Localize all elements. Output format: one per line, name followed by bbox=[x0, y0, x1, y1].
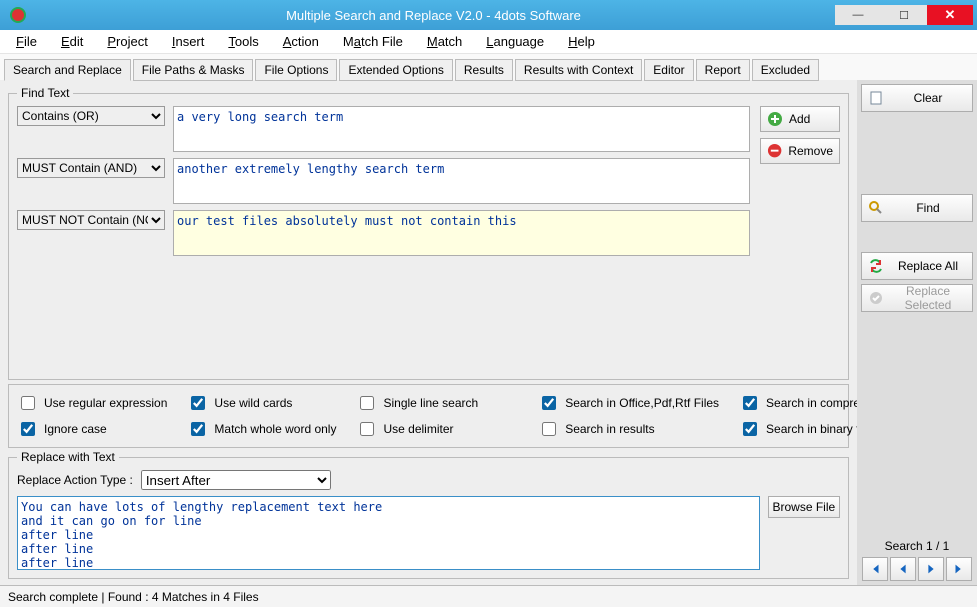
find-text-group: Find Text Contains (OR) MUST Contain (AN… bbox=[8, 86, 849, 380]
menu-matchfile[interactable]: Match File bbox=[333, 32, 413, 51]
menu-language[interactable]: Language bbox=[476, 32, 554, 51]
replace-legend: Replace with Text bbox=[17, 450, 119, 464]
magnifier-icon bbox=[868, 200, 884, 216]
match-mode-2[interactable]: MUST Contain (AND) bbox=[17, 158, 165, 178]
check-icon bbox=[868, 290, 884, 306]
maximize-button[interactable]: ☐ bbox=[881, 5, 927, 25]
statusbar: Search complete | Found : 4 Matches in 4… bbox=[0, 585, 977, 607]
find-text-legend: Find Text bbox=[17, 86, 73, 100]
menu-action[interactable]: Action bbox=[273, 32, 329, 51]
match-mode-3[interactable]: MUST NOT Contain (NO bbox=[17, 210, 165, 230]
content-pane: Find Text Contains (OR) MUST Contain (AN… bbox=[0, 80, 857, 585]
replace-selected-button[interactable]: Replace Selected bbox=[861, 284, 973, 312]
menu-project[interactable]: Project bbox=[97, 32, 157, 51]
cb-search-compressed[interactable]: Search in compressed archives bbox=[739, 393, 857, 413]
replace-action-select[interactable]: Insert After bbox=[141, 470, 331, 490]
browse-file-button[interactable]: Browse File bbox=[768, 496, 840, 518]
cb-search-office[interactable]: Search in Office,Pdf,Rtf Files bbox=[538, 393, 719, 413]
replace-text[interactable] bbox=[17, 496, 760, 570]
cb-ignore-case[interactable]: Ignore case bbox=[17, 419, 167, 439]
plus-icon bbox=[767, 111, 783, 127]
find-text-1[interactable] bbox=[173, 106, 750, 152]
cb-search-binary[interactable]: Search in binary files bbox=[739, 419, 857, 439]
add-button[interactable]: Add bbox=[760, 106, 840, 132]
find-text-3[interactable] bbox=[173, 210, 750, 256]
clear-button[interactable]: Clear bbox=[861, 84, 973, 112]
menubar: File Edit Project Insert Tools Action Ma… bbox=[0, 30, 977, 54]
window-controls: — ☐ ✕ bbox=[835, 5, 973, 25]
menu-edit[interactable]: Edit bbox=[51, 32, 93, 51]
cb-whole-word[interactable]: Match whole word only bbox=[187, 419, 336, 439]
menu-insert[interactable]: Insert bbox=[162, 32, 215, 51]
find-text-2[interactable] bbox=[173, 158, 750, 204]
cb-use-regex[interactable]: Use regular expression bbox=[17, 393, 167, 413]
tab-report[interactable]: Report bbox=[696, 59, 750, 81]
tab-editor[interactable]: Editor bbox=[644, 59, 693, 81]
replace-all-button[interactable]: Replace All bbox=[861, 252, 973, 280]
replace-action-label: Replace Action Type : bbox=[17, 473, 133, 487]
cb-search-results[interactable]: Search in results bbox=[538, 419, 719, 439]
nav-last-button[interactable] bbox=[946, 557, 972, 581]
tab-extended-options[interactable]: Extended Options bbox=[339, 59, 452, 81]
status-text: Search complete | Found : 4 Matches in 4… bbox=[8, 590, 259, 604]
menu-help[interactable]: Help bbox=[558, 32, 605, 51]
app-icon bbox=[10, 7, 26, 23]
search-nav: Search 1 / 1 bbox=[861, 539, 973, 581]
remove-button[interactable]: Remove bbox=[760, 138, 840, 164]
nav-prev-button[interactable] bbox=[890, 557, 916, 581]
menu-tools[interactable]: Tools bbox=[218, 32, 268, 51]
cb-use-wildcards[interactable]: Use wild cards bbox=[187, 393, 336, 413]
tab-search-replace[interactable]: Search and Replace bbox=[4, 59, 131, 81]
titlebar: Multiple Search and Replace V2.0 - 4dots… bbox=[0, 0, 977, 30]
right-panel: Clear Find Replace All Replace Selected … bbox=[857, 80, 977, 585]
page-icon bbox=[868, 90, 884, 106]
tab-results-context[interactable]: Results with Context bbox=[515, 59, 642, 81]
tab-excluded[interactable]: Excluded bbox=[752, 59, 819, 81]
window-title: Multiple Search and Replace V2.0 - 4dots… bbox=[32, 8, 835, 23]
tab-results[interactable]: Results bbox=[455, 59, 513, 81]
minimize-button[interactable]: — bbox=[835, 5, 881, 25]
find-button[interactable]: Find bbox=[861, 194, 973, 222]
replace-icon bbox=[868, 258, 884, 274]
cb-use-delimiter[interactable]: Use delimiter bbox=[356, 419, 478, 439]
tab-file-paths[interactable]: File Paths & Masks bbox=[133, 59, 254, 81]
nav-first-button[interactable] bbox=[862, 557, 888, 581]
minus-icon bbox=[767, 143, 782, 159]
close-button[interactable]: ✕ bbox=[927, 5, 973, 25]
search-counter: Search 1 / 1 bbox=[861, 539, 973, 553]
replace-group: Replace with Text Replace Action Type : … bbox=[8, 450, 849, 579]
nav-next-button[interactable] bbox=[918, 557, 944, 581]
menu-match[interactable]: Match bbox=[417, 32, 472, 51]
match-mode-1[interactable]: Contains (OR) bbox=[17, 106, 165, 126]
tabstrip: Search and Replace File Paths & Masks Fi… bbox=[0, 54, 977, 80]
tab-file-options[interactable]: File Options bbox=[255, 59, 337, 81]
menu-file[interactable]: File bbox=[6, 32, 47, 51]
cb-single-line[interactable]: Single line search bbox=[356, 393, 478, 413]
